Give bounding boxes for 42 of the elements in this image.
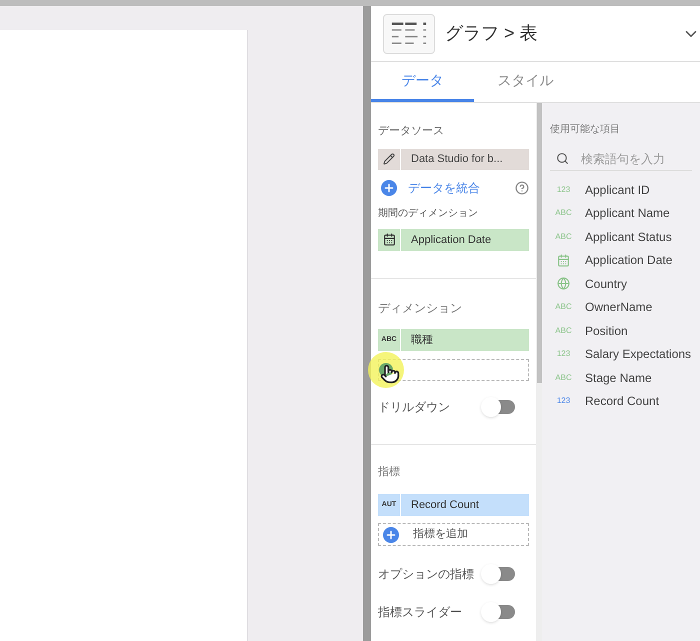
field-item[interactable]: Salary Expectations [585, 345, 692, 364]
dimension-chip[interactable]: 職種 [401, 328, 433, 350]
add-icon[interactable] [381, 180, 397, 196]
section-heading: 指標 [378, 464, 401, 480]
field-item[interactable]: Applicant Name [585, 204, 670, 222]
search-field[interactable]: 検索語句を入力 [581, 150, 691, 168]
type-label: 123 [556, 184, 570, 196]
toggle-label: ドリルダウン [378, 398, 450, 416]
metric-chip[interactable]: Record Count [401, 494, 479, 516]
calendar-icon [382, 233, 396, 246]
field-item[interactable]: OwnerName [585, 298, 652, 316]
field-item[interactable]: Country [585, 274, 628, 293]
field-item[interactable]: Applicant ID [585, 180, 650, 199]
toggle-label: 指標スライダー [378, 604, 462, 621]
blend-data-link[interactable]: データを統合 [408, 178, 515, 196]
type-label: ABC [555, 207, 572, 220]
edit-icon[interactable] [383, 153, 395, 165]
table-chart-icon [383, 14, 435, 54]
type-label: 123 [556, 395, 570, 408]
section-heading: 期間のディメンション [378, 206, 479, 220]
field-item[interactable]: Position [585, 322, 628, 340]
type-label: ABC [555, 324, 572, 337]
search-icon [556, 152, 569, 165]
section-heading: ディメンション [378, 300, 463, 316]
panel-title: グラフ > 表 [445, 22, 539, 45]
field-item[interactable]: Applicant Status [585, 228, 672, 246]
hand-cursor-icon [380, 364, 400, 384]
section-heading: 使用可能な項目 [550, 122, 621, 137]
field-item[interactable]: Stage Name [585, 368, 652, 387]
scrollbar-thumb[interactable] [536, 103, 542, 383]
add-metric-button[interactable]: 指標を追加 [378, 523, 529, 546]
toggle-label: オプションの指標 [378, 566, 474, 583]
type-label: ABC [555, 230, 572, 243]
type-label: ABC [555, 372, 572, 384]
field-item[interactable]: Application Date [585, 251, 672, 270]
type-label: ABC [555, 301, 572, 314]
field-item[interactable]: Record Count [585, 392, 660, 410]
panel-tab[interactable]: データ [371, 62, 474, 102]
add-icon [383, 526, 399, 542]
type-label: 123 [556, 348, 570, 360]
help-icon[interactable] [515, 180, 529, 194]
section-heading: データソース [378, 124, 445, 139]
